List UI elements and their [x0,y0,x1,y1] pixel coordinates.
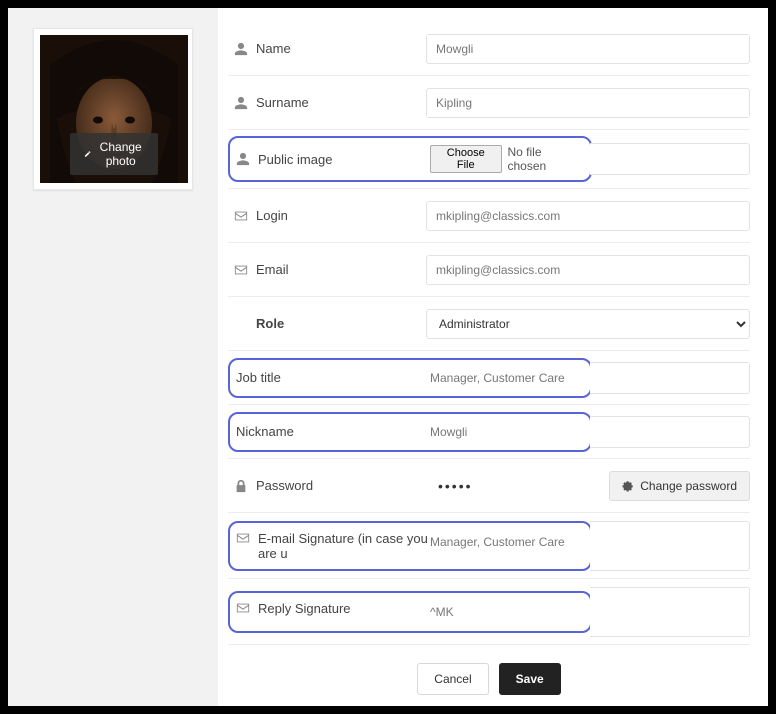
name-label: Name [256,41,291,56]
change-photo-button[interactable]: Change photo [70,133,158,175]
login-label: Login [256,208,288,223]
row-reply-signature: Reply Signature [228,579,750,645]
row-surname: Surname [228,76,750,130]
file-status: No file chosen [508,145,583,173]
person-icon [234,42,248,56]
row-name: Name [228,22,750,76]
row-login: Login [228,189,750,243]
choose-file-button[interactable]: Choose File [430,145,502,173]
email-signature-label: E-mail Signature (in case you are u [258,531,428,561]
password-label: Password [256,478,313,493]
change-password-label: Change password [640,479,737,493]
login-input[interactable] [426,201,750,231]
change-photo-label: Change photo [97,140,144,168]
lock-icon [234,479,248,493]
row-role: Role Administrator [228,297,750,351]
envelope-icon [234,209,248,223]
reply-signature-input[interactable] [428,601,584,623]
reply-signature-label: Reply Signature [258,601,351,616]
row-job-title: Job title [228,351,750,405]
change-password-button[interactable]: Change password [609,471,750,501]
job-title-input[interactable] [428,367,584,389]
role-label: Role [256,316,284,331]
gear-icon [622,480,634,492]
job-title-field-rest [590,362,750,394]
profile-photo: Change photo [40,35,188,183]
role-select[interactable]: Administrator [426,309,750,339]
job-title-label: Job title [236,370,281,385]
envelope-icon [234,263,248,277]
nickname-label: Nickname [236,424,294,439]
reply-signature-field-rest[interactable] [590,587,750,637]
nickname-input[interactable] [428,421,584,443]
password-masked: ••••• [426,478,601,494]
profile-settings-frame: Change photo Name Surname [8,8,768,706]
nickname-field-rest [590,416,750,448]
email-signature-input[interactable] [428,531,584,553]
person-icon [236,152,250,166]
row-nickname: Nickname [228,405,750,459]
envelope-icon [236,531,250,545]
save-button[interactable]: Save [499,663,561,695]
email-input[interactable] [426,255,750,285]
surname-input[interactable] [426,88,750,118]
public-image-label: Public image [258,152,332,167]
public-image-file-input[interactable]: Choose File No file chosen [428,145,584,173]
surname-label: Surname [256,95,309,110]
public-image-field-rest [590,143,750,175]
name-input[interactable] [426,34,750,64]
email-label: Email [256,262,289,277]
envelope-icon [236,601,250,615]
cancel-button[interactable]: Cancel [417,663,488,695]
pencil-icon [84,148,91,160]
photo-card: Change photo [33,28,193,190]
main-form: Name Surname Public image [218,8,768,706]
person-icon [234,96,248,110]
sidebar: Change photo [8,8,218,706]
row-email-signature: E-mail Signature (in case you are u [228,513,750,579]
email-signature-field-rest[interactable] [590,521,750,571]
form-actions: Cancel Save [228,645,750,695]
row-public-image: Public image Choose File No file chosen [228,130,750,189]
row-password: Password ••••• Change password [228,459,750,513]
row-email: Email [228,243,750,297]
